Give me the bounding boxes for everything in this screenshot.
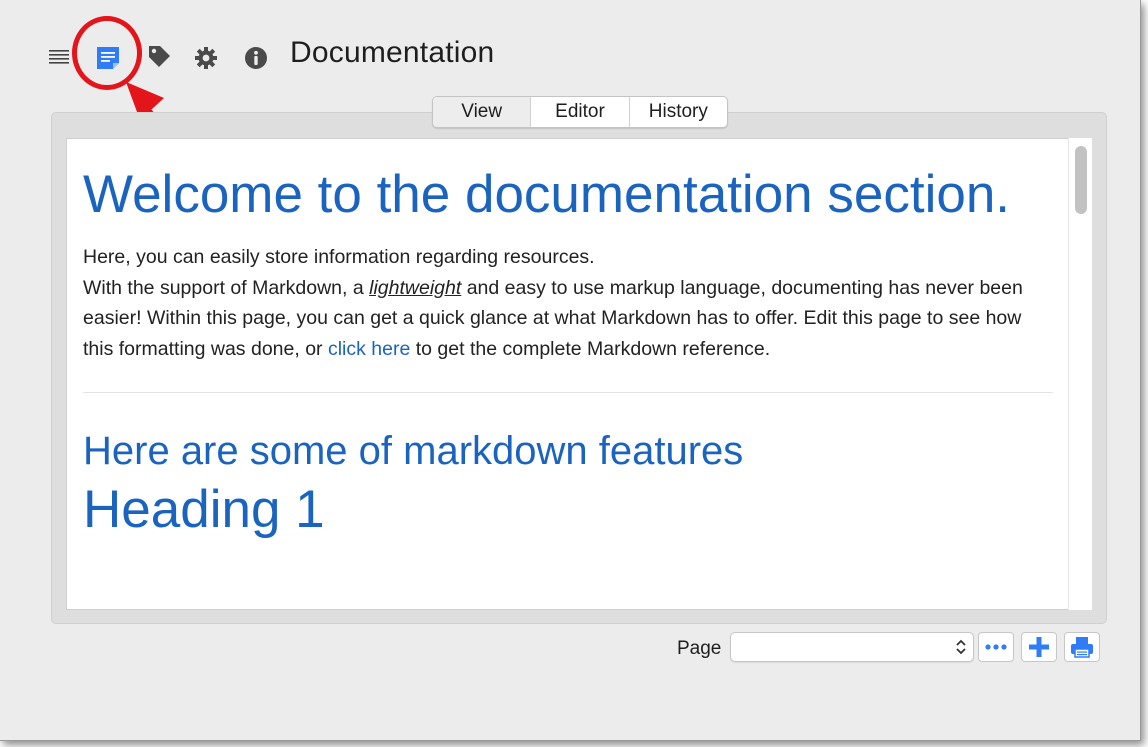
page-label: Page bbox=[677, 638, 722, 659]
app-window: Documentation View Editor History Welcom… bbox=[0, 0, 1141, 741]
intro-line-1: Here, you can easily store information r… bbox=[83, 246, 595, 268]
window-title: Documentation bbox=[290, 36, 495, 69]
scrollbar-thumb[interactable] bbox=[1075, 146, 1087, 214]
add-button[interactable] bbox=[1021, 632, 1057, 662]
notes-icon[interactable] bbox=[92, 42, 124, 74]
doc-subheading: Here are some of markdown features bbox=[83, 429, 744, 473]
doc-heading-1-example: Heading 1 bbox=[83, 480, 325, 539]
more-button[interactable] bbox=[978, 632, 1014, 662]
document-view[interactable]: Welcome to the documentation section. He… bbox=[66, 138, 1092, 610]
print-button[interactable] bbox=[1064, 632, 1100, 662]
vertical-scrollbar[interactable] bbox=[1068, 138, 1092, 610]
reference-link[interactable]: click here bbox=[328, 338, 410, 360]
tab-editor[interactable]: Editor bbox=[530, 97, 628, 127]
more-icon bbox=[985, 644, 1007, 650]
page-select[interactable] bbox=[730, 632, 974, 662]
intro-emphasis: lightweight bbox=[369, 276, 462, 299]
chevron-updown-icon bbox=[956, 639, 966, 655]
intro-text-1: With the support of Markdown, a bbox=[83, 276, 370, 299]
intro-text-3: to get the complete Markdown reference. bbox=[410, 337, 771, 360]
tab-view[interactable]: View bbox=[433, 97, 531, 127]
print-icon bbox=[1071, 637, 1093, 658]
list-icon[interactable] bbox=[46, 44, 72, 70]
view-tabs: View Editor History bbox=[432, 96, 728, 128]
divider bbox=[83, 392, 1053, 393]
gear-icon[interactable] bbox=[192, 44, 220, 72]
tab-history[interactable]: History bbox=[628, 97, 727, 127]
doc-intro-paragraph: Here, you can easily store information r… bbox=[83, 242, 1055, 364]
add-icon bbox=[1029, 637, 1049, 657]
info-icon[interactable] bbox=[242, 44, 270, 72]
tag-icon[interactable] bbox=[144, 42, 174, 72]
doc-heading: Welcome to the documentation section. bbox=[83, 165, 1011, 224]
